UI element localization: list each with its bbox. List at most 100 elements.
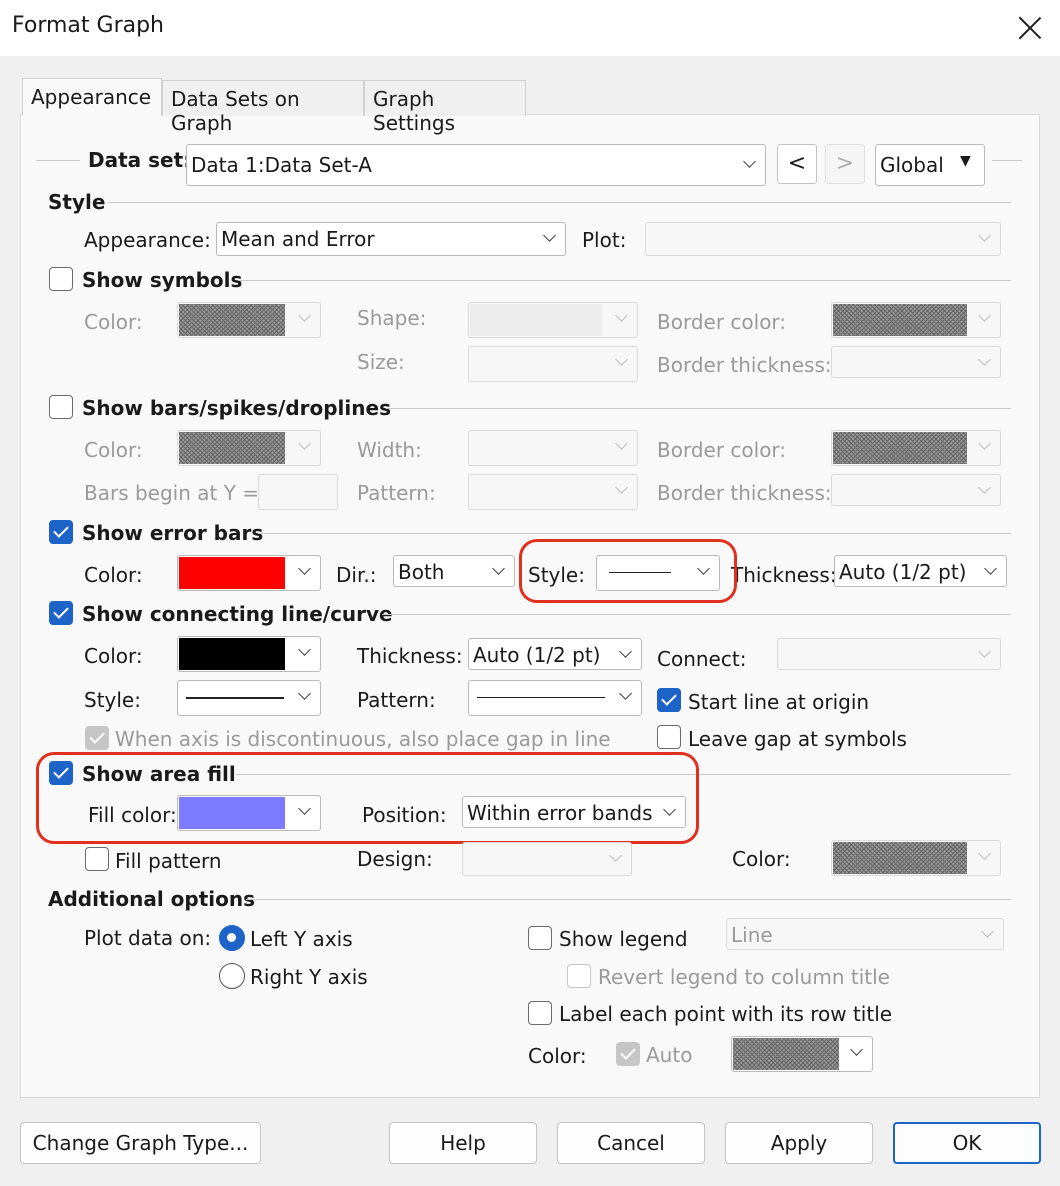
- apply-button[interactable]: Apply: [725, 1122, 873, 1164]
- size-label: Size:: [357, 350, 405, 374]
- symbol-border-thickness-label: Border thickness:: [657, 353, 832, 377]
- design-select[interactable]: [462, 842, 632, 876]
- show-error-bars-heading: Show error bars: [82, 521, 264, 545]
- label-color-label: Color:: [528, 1044, 587, 1068]
- auto-color-checkbox[interactable]: [616, 1042, 640, 1066]
- title-bar: Format Graph: [0, 0, 1060, 56]
- symbol-border-color-select[interactable]: [831, 302, 1001, 338]
- label-each-point-label: Label each point with its row title: [559, 1002, 893, 1026]
- help-button[interactable]: Help: [389, 1122, 537, 1164]
- connect-select[interactable]: [777, 638, 1001, 670]
- tab-graph-settings[interactable]: Graph Settings: [364, 80, 526, 135]
- tab-appearance[interactable]: Appearance: [22, 78, 162, 116]
- bar-color-select[interactable]: [177, 430, 321, 466]
- color-swatch: [833, 432, 967, 464]
- shape-select[interactable]: [468, 302, 638, 338]
- error-bar-color-select[interactable]: [177, 555, 321, 591]
- show-error-bars-checkbox[interactable]: [49, 520, 73, 544]
- line-color-label: Color:: [84, 644, 143, 668]
- auto-color-label: Auto: [646, 1043, 693, 1067]
- right-y-axis-radio[interactable]: [219, 963, 245, 989]
- symbol-border-color-label: Border color:: [657, 310, 787, 334]
- style-heading: Style: [48, 190, 106, 214]
- show-bars-checkbox[interactable]: [49, 395, 73, 419]
- separator: [36, 160, 80, 161]
- revert-legend-checkbox[interactable]: [567, 964, 591, 988]
- leave-gap-at-symbols-label: Leave gap at symbols: [688, 727, 907, 751]
- show-symbols-checkbox[interactable]: [49, 267, 73, 291]
- chevron-down-icon: [978, 848, 992, 862]
- chevron-down-icon: [978, 646, 992, 660]
- line-thickness-value: Auto (1/2 pt): [473, 643, 601, 667]
- color-swatch: [733, 1038, 839, 1070]
- chevron-down-icon: [298, 688, 312, 702]
- shape-label: Shape:: [357, 306, 427, 330]
- bar-border-thickness-select[interactable]: [831, 474, 1001, 506]
- chevron-down-icon: [615, 482, 629, 496]
- error-bar-thickness-select[interactable]: Auto (1/2 pt): [834, 555, 1007, 587]
- line-style-label: Style:: [84, 688, 141, 712]
- direction-value: Both: [398, 560, 445, 584]
- size-select[interactable]: [468, 346, 638, 382]
- leave-gap-at-symbols-checkbox[interactable]: [657, 725, 681, 749]
- left-y-axis-radio[interactable]: [219, 925, 245, 951]
- cancel-button[interactable]: Cancel: [557, 1122, 705, 1164]
- chevron-down-icon: [619, 646, 633, 660]
- line-style-select[interactable]: [177, 680, 321, 716]
- label-color-select[interactable]: [731, 1036, 873, 1072]
- scope-select[interactable]: Global ▼: [875, 144, 985, 186]
- style-highlight-annotation: [519, 539, 737, 603]
- show-legend-checkbox[interactable]: [528, 926, 552, 950]
- chevron-down-icon: [978, 310, 992, 324]
- color-swatch: [833, 304, 967, 336]
- tab-data-sets-on-graph[interactable]: Data Sets on Graph: [162, 80, 364, 135]
- close-icon[interactable]: [1016, 14, 1044, 42]
- line-thickness-select[interactable]: Auto (1/2 pt): [468, 638, 642, 670]
- bar-border-color-select[interactable]: [831, 430, 1001, 466]
- pattern-color-select[interactable]: [831, 840, 1001, 876]
- gap-discontinuous-label: When axis is discontinuous, also place g…: [115, 727, 611, 751]
- show-symbols-heading: Show symbols: [82, 268, 243, 292]
- chevron-down-icon: [978, 438, 992, 452]
- line-style-swatch: [186, 697, 284, 699]
- color-swatch: [179, 432, 285, 464]
- bars-begin-input[interactable]: [258, 474, 338, 510]
- plot-select[interactable]: [645, 222, 1001, 256]
- previous-data-set-button[interactable]: <: [777, 144, 817, 184]
- chevron-down-icon: [984, 563, 998, 577]
- chevron-down-icon: [298, 310, 312, 324]
- symbol-color-select[interactable]: [177, 302, 321, 338]
- color-swatch: [179, 304, 285, 336]
- fill-pattern-checkbox[interactable]: [85, 847, 109, 871]
- show-bars-heading: Show bars/spikes/droplines: [82, 396, 391, 420]
- separator: [382, 614, 1011, 615]
- error-bar-thickness-value: Auto (1/2 pt): [839, 560, 967, 584]
- start-line-at-origin-label: Start line at origin: [688, 690, 870, 714]
- chevron-down-icon: [609, 850, 623, 864]
- appearance-select[interactable]: Mean and Error: [216, 222, 566, 256]
- line-color-select[interactable]: [177, 636, 321, 672]
- symbol-border-thickness-select[interactable]: [831, 346, 1001, 378]
- start-line-at-origin-checkbox[interactable]: [657, 688, 681, 712]
- legend-select[interactable]: Line: [726, 918, 1004, 950]
- chevron-down-icon: [743, 156, 757, 170]
- scope-value: Global: [880, 153, 944, 177]
- direction-select[interactable]: Both: [393, 555, 515, 587]
- next-data-set-button[interactable]: >: [825, 144, 865, 184]
- label-each-point-checkbox[interactable]: [528, 1001, 552, 1025]
- line-pattern-select[interactable]: [468, 680, 642, 716]
- width-select[interactable]: [468, 430, 638, 466]
- data-set-label: Data set:: [88, 148, 192, 172]
- ok-button[interactable]: OK: [893, 1122, 1041, 1164]
- data-set-value: Data 1:Data Set-A: [191, 153, 372, 177]
- separator: [108, 202, 1011, 203]
- change-graph-type-button[interactable]: Change Graph Type...: [20, 1122, 261, 1164]
- show-connecting-line-checkbox[interactable]: [49, 601, 73, 625]
- separator: [992, 160, 1022, 161]
- gap-discontinuous-checkbox[interactable]: [85, 726, 109, 750]
- data-set-select[interactable]: Data 1:Data Set-A: [186, 144, 766, 186]
- line-pattern-swatch: [477, 697, 605, 698]
- bar-pattern-select[interactable]: [468, 474, 638, 510]
- connect-label: Connect:: [657, 647, 747, 671]
- area-fill-highlight-annotation: [36, 752, 699, 844]
